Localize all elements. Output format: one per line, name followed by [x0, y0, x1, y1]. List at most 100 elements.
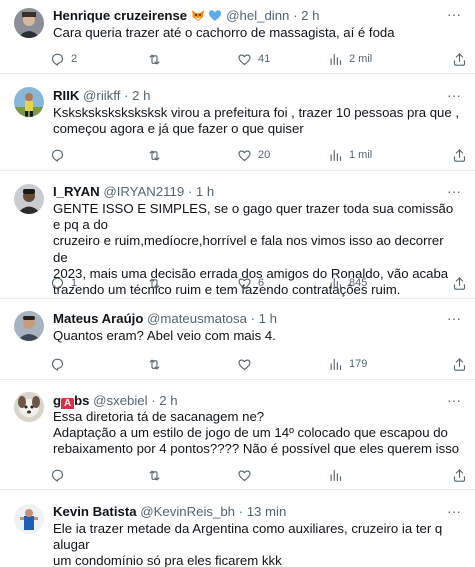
views-icon [328, 357, 343, 372]
more-options-icon[interactable]: ··· [445, 88, 463, 104]
reply-button[interactable] [50, 356, 71, 372]
reply-icon [50, 468, 65, 483]
tweet-header: RIIK @riikff · 2 h [53, 87, 445, 104]
retweet-button[interactable] [147, 51, 168, 67]
views-button[interactable]: 1 mil [328, 147, 372, 163]
share-icon [452, 276, 467, 291]
retweet-button[interactable] [147, 467, 168, 483]
handle[interactable]: @sxebiel [93, 393, 147, 408]
timestamp[interactable]: · 2 h [124, 88, 150, 103]
retweet-button[interactable] [147, 356, 168, 372]
handle[interactable]: @riikff [83, 88, 120, 103]
share-button[interactable] [452, 275, 467, 291]
like-count: 20 [258, 149, 271, 161]
tweet-actions [50, 467, 470, 483]
like-count: 41 [258, 53, 271, 65]
display-name[interactable]: Kevin Batista [53, 504, 137, 519]
tweet-text: Essa diretoria tá de sacanagem ne? Adapt… [53, 409, 460, 457]
tweet[interactable]: Henrique cruzeirense @hel_dinn · 2 h ···… [0, 0, 475, 74]
avatar[interactable] [14, 8, 44, 38]
timestamp[interactable]: · 2 h [293, 8, 319, 23]
display-name[interactable]: RIIK [53, 88, 79, 103]
more-options-icon[interactable]: ··· [445, 393, 463, 409]
tweet-actions: 2 41 2 mil [50, 51, 470, 67]
timestamp[interactable]: · 1 h [188, 184, 214, 199]
tweet[interactable]: RIIK @riikff · 2 h ··· Ksksksksksksksksk… [0, 74, 475, 171]
like-button[interactable]: 41 [237, 51, 270, 67]
retweet-button[interactable] [147, 275, 168, 291]
view-count: 2 mil [349, 53, 373, 65]
tweet-header: Kevin Batista @KevinReis_bh · 13 min [53, 503, 445, 520]
handle[interactable]: @KevinReis_bh [140, 504, 235, 519]
reply-button[interactable] [50, 467, 71, 483]
handle[interactable]: @IRYAN2119 [103, 184, 184, 199]
display-name[interactable]: I_RYAN [53, 184, 100, 199]
heart-icon [237, 276, 252, 291]
reply-button[interactable]: 2 [50, 51, 77, 67]
heart-icon [237, 52, 252, 67]
tweet-text: Ksksksksksksksksk virou a prefeitura foi… [53, 105, 460, 137]
tweet-header: Henrique cruzeirense @hel_dinn · 2 h [53, 7, 445, 24]
tweet[interactable]: I_RYAN @IRYAN2119 · 1 h ··· GENTE ISSO E… [0, 171, 475, 299]
share-icon [452, 52, 467, 67]
share-button[interactable] [452, 51, 467, 67]
retweet-icon [147, 52, 162, 67]
tweet[interactable]: Kevin Batista @KevinReis_bh · 13 min ···… [0, 490, 475, 567]
handle[interactable]: @mateusmatosa [147, 311, 247, 326]
reply-button[interactable]: 1 [50, 275, 77, 291]
share-icon [452, 357, 467, 372]
avatar[interactable] [14, 311, 44, 341]
tweet-text: Ele ia trazer metade da Argentina como a… [53, 521, 443, 567]
like-button[interactable] [237, 356, 258, 372]
avatar[interactable] [14, 392, 44, 422]
more-options-icon[interactable]: ··· [445, 7, 463, 23]
avatar[interactable] [14, 504, 44, 534]
display-name[interactable]: Mateus Araújo [53, 311, 143, 326]
like-button[interactable]: 6 [237, 275, 264, 291]
retweet-icon [147, 148, 162, 163]
display-name[interactable]: g Abs [53, 393, 89, 409]
avatar[interactable] [14, 87, 44, 117]
reply-icon [50, 52, 65, 67]
like-button[interactable]: 20 [237, 147, 270, 163]
tweet[interactable]: Mateus Araújo @mateusmatosa · 1 h ··· Qu… [0, 299, 475, 380]
tweet-actions: 1 6 845 [50, 275, 470, 291]
heart-icon [237, 357, 252, 372]
timestamp[interactable]: · 1 h [251, 311, 277, 326]
share-button[interactable] [452, 147, 467, 163]
more-options-icon[interactable]: ··· [445, 184, 463, 200]
avatar[interactable] [14, 184, 44, 214]
a-button-emoji: A [61, 398, 75, 409]
timestamp[interactable]: · 2 h [151, 393, 177, 408]
retweet-icon [147, 468, 162, 483]
reply-button[interactable] [50, 147, 71, 163]
share-icon [452, 468, 467, 483]
tweet[interactable]: g Abs @sxebiel · 2 h ··· Essa diretoria t… [0, 380, 475, 490]
tweet-text: Quantos eram? Abel veio com mais 4. [53, 328, 276, 343]
blue-heart-emoji [208, 9, 222, 24]
fox-emoji [191, 9, 205, 24]
views-button[interactable] [328, 467, 349, 483]
like-button[interactable] [237, 467, 258, 483]
retweet-icon [147, 276, 162, 291]
reply-count: 2 [71, 53, 78, 65]
heart-icon [237, 148, 252, 163]
share-button[interactable] [452, 356, 467, 372]
tweet-actions: 179 [50, 356, 470, 372]
handle[interactable]: @hel_dinn [226, 8, 289, 23]
views-button[interactable]: 845 [328, 275, 367, 291]
views-icon [328, 468, 343, 483]
retweet-icon [147, 357, 162, 372]
more-options-icon[interactable]: ··· [445, 311, 463, 327]
view-count: 179 [349, 358, 368, 370]
like-count: 6 [258, 277, 265, 289]
reply-icon [50, 148, 65, 163]
views-button[interactable]: 179 [328, 356, 367, 372]
views-button[interactable]: 2 mil [328, 51, 372, 67]
retweet-button[interactable] [147, 147, 168, 163]
display-name[interactable]: Henrique cruzeirense [53, 8, 187, 23]
heart-icon [237, 468, 252, 483]
more-options-icon[interactable]: ··· [445, 504, 463, 520]
share-button[interactable] [452, 467, 467, 483]
timestamp[interactable]: · 13 min [239, 504, 287, 519]
